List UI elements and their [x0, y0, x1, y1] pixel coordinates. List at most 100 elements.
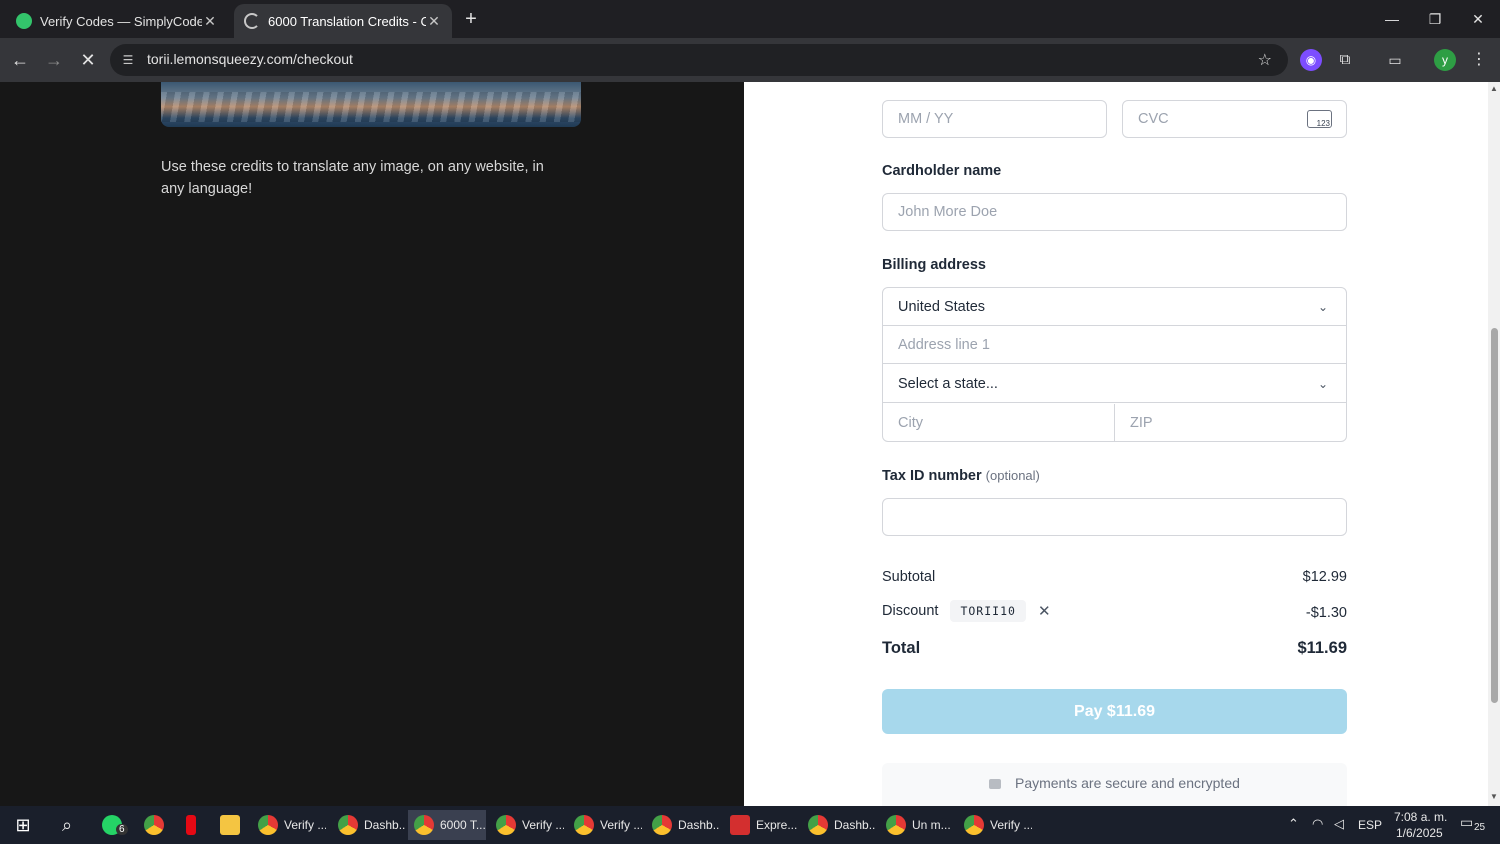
taskbar-item-verify-2[interactable]: Verify ...: [490, 810, 564, 840]
url-text[interactable]: torii.lemonsqueezy.com/checkout: [147, 51, 353, 67]
back-button[interactable]: ←: [8, 48, 32, 72]
billing-address-label: Billing address: [882, 257, 986, 273]
chrome-icon: [886, 815, 906, 835]
site-info-icon[interactable]: ☰: [120, 52, 136, 68]
address-bar[interactable]: ☰ torii.lemonsqueezy.com/checkout ☆: [110, 44, 1288, 76]
tab-search-icon[interactable]: ▭: [1384, 49, 1406, 71]
chrome-icon: [258, 815, 278, 835]
cvc-card-icon: 123: [1307, 110, 1332, 128]
chevron-down-icon: ⌄: [1317, 377, 1328, 391]
volume-icon[interactable]: ◁: [1334, 816, 1344, 832]
country-value: United States: [898, 299, 986, 315]
netflix-app[interactable]: [176, 810, 206, 840]
page-viewport: Use these credits to translate any image…: [0, 82, 1500, 806]
taskbar-item-verify-1[interactable]: Verify ...: [252, 810, 326, 840]
secure-payments-notice: Payments are secure and encrypted: [882, 763, 1347, 806]
chrome-pinned-app[interactable]: [138, 810, 168, 840]
whatsapp-app[interactable]: 6: [96, 810, 132, 840]
cardholder-input[interactable]: John More Doe: [882, 193, 1347, 231]
app-icon: [730, 815, 750, 835]
taskbar-item-expre[interactable]: Expre...: [724, 810, 798, 840]
bookmark-star-icon[interactable]: ☆: [1258, 50, 1272, 70]
total-label: Total: [882, 639, 921, 657]
notification-center-icon[interactable]: ▭ 25: [1460, 814, 1488, 836]
taskbar-item-label: Verify ...: [284, 818, 326, 832]
taskbar-item-dashb-2[interactable]: Dashb...: [646, 810, 720, 840]
total-row: Total $11.69: [882, 639, 1347, 658]
taskbar-item-label: Un m...: [912, 818, 951, 832]
windows-taskbar: ⊞ ⌕ 6 Verify ... Dashb... 6000 T... Veri…: [0, 806, 1500, 844]
wifi-icon[interactable]: ◠: [1312, 816, 1323, 832]
windows-start-icon[interactable]: ⊞: [6, 810, 40, 840]
notification-count: 25: [1472, 822, 1488, 833]
loading-spinner-icon: [244, 13, 260, 29]
taskbar-item-dashb-1[interactable]: Dashb...: [332, 810, 406, 840]
search-icon[interactable]: ⌕: [50, 810, 84, 840]
expiry-input[interactable]: MM / YY: [882, 100, 1107, 138]
taskbar-item-un-m[interactable]: Un m...: [880, 810, 954, 840]
forward-button[interactable]: →: [42, 48, 66, 72]
taskbar-item-label: Verify ...: [522, 818, 564, 832]
state-select[interactable]: Select a state... ⌄: [883, 365, 1346, 403]
lock-icon: [989, 779, 1002, 789]
scrollbar-thumb[interactable]: [1491, 328, 1498, 703]
minimize-button[interactable]: —: [1378, 8, 1406, 30]
tax-id-label-text: Tax ID number: [882, 468, 982, 484]
cvc-card-text: 123: [1316, 119, 1330, 128]
discount-label: Discount: [882, 602, 939, 619]
browser-toolbar: ← → ✕ ☰ torii.lemonsqueezy.com/checkout …: [0, 38, 1500, 82]
scroll-down-arrow-icon[interactable]: ▼: [1490, 792, 1498, 801]
taskbar-item-verify-3[interactable]: Verify ...: [568, 810, 642, 840]
tab-close-icon[interactable]: ✕: [202, 13, 218, 30]
profile-avatar[interactable]: y: [1434, 49, 1456, 71]
checkout-panel: MM / YY CVC 123 Cardholder name John Mor…: [744, 82, 1488, 806]
taskbar-item-label: 6000 T...: [440, 818, 486, 832]
taskbar-item-label: Dashb...: [834, 818, 876, 832]
chrome-icon: [414, 815, 434, 835]
country-select[interactable]: United States ⌄: [883, 288, 1346, 326]
tax-id-input[interactable]: [882, 498, 1347, 536]
taskbar-item-label: Dashb...: [364, 818, 406, 832]
language-indicator[interactable]: ESP: [1358, 818, 1382, 832]
subtotal-value: $12.99: [1302, 569, 1347, 585]
chrome-icon: [338, 815, 358, 835]
optional-hint: (optional): [985, 468, 1040, 483]
menu-kebab-icon[interactable]: ⋮: [1468, 49, 1490, 71]
file-explorer-app[interactable]: [214, 810, 244, 840]
tab-checkout[interactable]: 6000 Translation Credits - Checkout ✕: [234, 4, 452, 38]
stop-loading-button[interactable]: ✕: [76, 48, 100, 72]
chrome-icon: [964, 815, 984, 835]
page-scrollbar[interactable]: ▲ ▼: [1488, 82, 1500, 806]
clock-time[interactable]: 7:08 a. m.: [1394, 810, 1447, 824]
zip-input[interactable]: ZIP: [1115, 404, 1347, 442]
tray-overflow-chevron-icon[interactable]: ⌃: [1288, 816, 1299, 832]
taskbar-item-6000[interactable]: 6000 T...: [408, 810, 486, 840]
state-placeholder: Select a state...: [898, 376, 998, 392]
extensions-puzzle-icon[interactable]: ⧉: [1334, 49, 1356, 71]
taskbar-item-dashb-3[interactable]: Dashb...: [802, 810, 876, 840]
product-image: [161, 82, 581, 127]
browser-tab-bar: Verify Codes — SimplyCodes ✕ 6000 Transl…: [0, 0, 1500, 38]
clock-date[interactable]: 1/6/2025: [1396, 826, 1443, 840]
extension-icon[interactable]: ◉: [1300, 49, 1322, 71]
subtotal-label: Subtotal: [882, 569, 936, 585]
restore-button[interactable]: ❐: [1421, 8, 1449, 30]
product-description: Use these credits to translate any image…: [161, 159, 544, 197]
total-value: $11.69: [1297, 639, 1347, 657]
netflix-icon: [186, 815, 196, 835]
address-line1-input[interactable]: Address line 1: [883, 326, 1346, 364]
city-input[interactable]: City: [883, 404, 1115, 442]
cvc-input[interactable]: CVC 123: [1122, 100, 1347, 138]
product-panel: Use these credits to translate any image…: [0, 82, 744, 806]
tab-simplycodes[interactable]: Verify Codes — SimplyCodes ✕: [6, 4, 228, 38]
new-tab-button[interactable]: +: [460, 8, 482, 30]
tax-id-label: Tax ID number (optional): [882, 468, 1040, 484]
pay-button[interactable]: Pay $11.69: [882, 689, 1347, 734]
tab-close-icon[interactable]: ✕: [426, 13, 442, 30]
scroll-up-arrow-icon[interactable]: ▲: [1490, 84, 1498, 93]
remove-discount-icon[interactable]: ✕: [1038, 602, 1051, 620]
taskbar-item-verify-4[interactable]: Verify ...: [958, 810, 1032, 840]
chrome-icon: [652, 815, 672, 835]
close-window-button[interactable]: ✕: [1464, 8, 1492, 30]
chrome-icon: [574, 815, 594, 835]
